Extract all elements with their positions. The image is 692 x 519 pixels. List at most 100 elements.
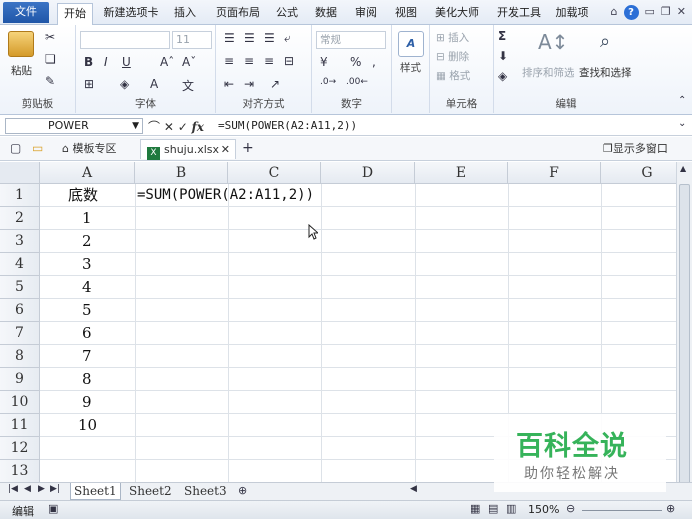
vertical-scroll-thumb[interactable]	[679, 184, 690, 514]
column-header-b[interactable]: B	[135, 162, 228, 184]
row-header[interactable]: 5	[0, 276, 40, 299]
close-icon[interactable]: ✕	[677, 5, 686, 20]
shrink-font-icon[interactable]: Aˇ	[182, 55, 196, 69]
cell-a8[interactable]: 7	[82, 345, 92, 368]
number-format-select[interactable]: 常规	[316, 31, 386, 49]
row-header[interactable]: 11	[0, 414, 40, 437]
currency-icon[interactable]: ¥	[320, 55, 328, 69]
open-folder-icon[interactable]: ▭	[32, 141, 43, 155]
normal-view-icon[interactable]: ▦	[470, 502, 480, 515]
cell-a9[interactable]: 8	[82, 368, 92, 391]
row-header[interactable]: 8	[0, 345, 40, 368]
tab-home[interactable]: 开始	[57, 3, 93, 26]
align-top-icon[interactable]: ☰	[224, 31, 235, 45]
collapse-ribbon-icon[interactable]: ⌃	[678, 95, 686, 106]
zoom-out-icon[interactable]: ⊖	[566, 502, 575, 515]
row-header[interactable]: 4	[0, 253, 40, 276]
format-cells-button[interactable]: ▦ 格式	[436, 68, 470, 83]
first-sheet-icon[interactable]: |◀	[8, 484, 18, 494]
font-color-icon[interactable]: A	[150, 77, 158, 91]
cell-a7[interactable]: 6	[82, 322, 92, 345]
row-header[interactable]: 7	[0, 322, 40, 345]
expand-formula-bar-icon[interactable]: ⌄	[678, 118, 686, 129]
format-painter-icon[interactable]: ✎	[45, 74, 55, 88]
find-select-icon[interactable]: ⌕	[592, 29, 618, 55]
tab-review[interactable]: 审阅	[349, 3, 383, 25]
zoom-slider[interactable]	[582, 510, 662, 511]
underline-icon[interactable]: U	[122, 55, 131, 69]
copy-icon[interactable]: ❏	[45, 52, 56, 66]
cut-icon[interactable]: ✂	[45, 30, 55, 44]
insert-cells-button[interactable]: ⊞ 插入	[436, 30, 469, 45]
page-break-view-icon[interactable]: ▥	[506, 502, 516, 515]
cell-a6[interactable]: 5	[82, 299, 92, 322]
column-header-g[interactable]: G	[601, 162, 676, 184]
next-sheet-icon[interactable]: ▶	[38, 484, 45, 494]
tab-beautify[interactable]: 美化大师	[429, 3, 485, 25]
tab-data[interactable]: 数据	[309, 3, 343, 25]
zoom-level[interactable]: 150%	[528, 503, 559, 516]
cancel-icon[interactable]: ✕	[164, 120, 178, 134]
tab-addins[interactable]: 加载项	[552, 3, 592, 25]
cell-a1[interactable]: 底数	[68, 184, 98, 207]
macro-record-icon[interactable]: ▣	[48, 502, 58, 515]
formula-input[interactable]: =SUM(POWER(A2:A11,2))	[218, 118, 357, 134]
add-tab-icon[interactable]: +	[242, 140, 254, 156]
column-header-a[interactable]: A	[40, 162, 135, 184]
align-center-icon[interactable]: ≡	[244, 54, 254, 68]
select-all-corner[interactable]	[0, 162, 40, 184]
vertical-scrollbar[interactable]: ▲	[676, 162, 692, 514]
sort-filter-button[interactable]: 排序和筛选	[522, 65, 575, 80]
comma-icon[interactable]: ,	[372, 55, 376, 69]
last-sheet-icon[interactable]: ▶|	[50, 484, 60, 494]
show-multi-window-button[interactable]: ❐显示多窗口	[603, 139, 668, 159]
italic-icon[interactable]: I	[104, 55, 108, 69]
row-header[interactable]: 9	[0, 368, 40, 391]
row-header[interactable]: 13	[0, 460, 40, 482]
clear-icon[interactable]: ◈	[498, 69, 507, 83]
align-bottom-icon[interactable]: ☰	[264, 31, 275, 45]
delete-cells-button[interactable]: ⊟ 删除	[436, 49, 469, 64]
styles-icon[interactable]: A	[398, 31, 424, 57]
tab-page-layout[interactable]: 页面布局	[209, 3, 267, 25]
restore-icon[interactable]: ❐	[661, 5, 671, 20]
row-header[interactable]: 3	[0, 230, 40, 253]
cell-a4[interactable]: 3	[82, 253, 92, 276]
tab-template-zone[interactable]: ⌂ 模板专区	[62, 139, 116, 159]
row-header[interactable]: 12	[0, 437, 40, 460]
tab-developer[interactable]: 开发工具	[491, 3, 547, 25]
insert-sheet-icon[interactable]: ⊕	[238, 484, 247, 497]
name-box-dropdown-icon[interactable]: ▼	[132, 119, 139, 133]
border-icon[interactable]: ⊞	[84, 77, 94, 91]
cell-a11[interactable]: 10	[78, 414, 97, 437]
close-tab-icon[interactable]: ✕	[221, 140, 230, 160]
phonetic-icon[interactable]: 文	[182, 77, 194, 94]
styles-button[interactable]: 样式	[392, 60, 429, 75]
prev-sheet-icon[interactable]: ◀	[24, 484, 31, 494]
tab-insert[interactable]: 插入	[168, 3, 202, 25]
sheet-tab-sheet1[interactable]: Sheet1	[70, 483, 121, 500]
tab-formulas[interactable]: 公式	[270, 3, 304, 25]
font-size-select[interactable]: 11	[172, 31, 212, 49]
sort-filter-icon[interactable]: A↕	[538, 29, 568, 55]
increase-indent-icon[interactable]: ⇥	[244, 77, 254, 91]
zoom-in-icon[interactable]: ⊕	[666, 502, 675, 515]
cell-a2[interactable]: 1	[82, 207, 92, 230]
column-header-d[interactable]: D	[321, 162, 415, 184]
orientation-icon[interactable]: ↗	[270, 77, 280, 91]
decrease-indent-icon[interactable]: ⇤	[224, 77, 234, 91]
sheet-tab-sheet2[interactable]: Sheet2	[126, 483, 175, 500]
minimize-icon[interactable]: ▭	[645, 5, 655, 20]
column-header-f[interactable]: F	[508, 162, 601, 184]
paste-button[interactable]: 粘贴	[11, 63, 32, 78]
help-icon[interactable]: ?	[623, 5, 639, 20]
page-layout-view-icon[interactable]: ▤	[488, 502, 498, 515]
column-header-c[interactable]: C	[228, 162, 321, 184]
minimize-ribbon-icon[interactable]: ⌂	[611, 5, 618, 20]
font-name-select[interactable]	[80, 31, 170, 49]
tab-view[interactable]: 视图	[389, 3, 423, 25]
tab-file[interactable]: 文件	[3, 2, 49, 23]
scroll-up-icon[interactable]: ▲	[680, 164, 686, 173]
fill-color-icon[interactable]: ◈	[120, 77, 129, 91]
enter-icon[interactable]: ✓	[178, 120, 192, 134]
